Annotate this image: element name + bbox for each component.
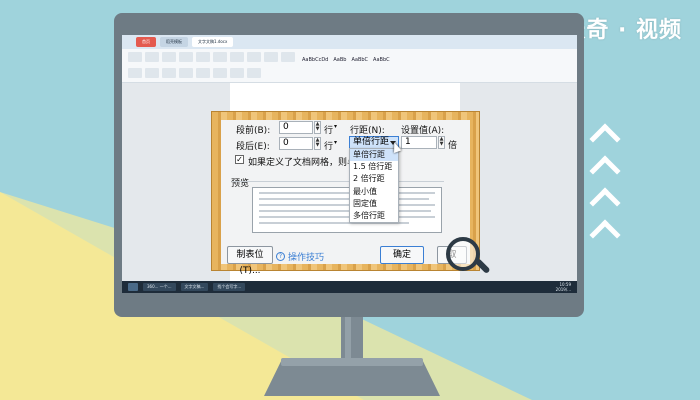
- app-titlebar: 首页 稻壳模板 文字文稿1.docx: [122, 35, 577, 49]
- unit-dropdown-icon[interactable]: ▾: [334, 139, 337, 146]
- taskbar-item[interactable]: 找个会写字...: [213, 283, 246, 291]
- ribbon-menu-item[interactable]: [145, 52, 159, 62]
- preview-line: [259, 192, 435, 194]
- space-before-input[interactable]: 0: [279, 121, 313, 134]
- ribbon-toolbar: AaBbCcDd AaBb AaBbC AaBbC: [122, 49, 577, 83]
- ribbon-menu-item[interactable]: [281, 52, 295, 62]
- chevron-up-icon: [589, 155, 621, 187]
- ribbon-menu-item[interactable]: [179, 52, 193, 62]
- setting-value-input[interactable]: 1: [401, 136, 437, 149]
- ribbon-tool[interactable]: [230, 68, 244, 78]
- space-after-stepper[interactable]: ▲ ▼: [314, 137, 321, 150]
- chevron-up-icon: [589, 187, 621, 219]
- setting-value-unit: 倍: [448, 141, 458, 151]
- tips-link-label: 操作技巧: [288, 253, 325, 263]
- taskbar-item[interactable]: 360... 一个...: [143, 283, 176, 291]
- preview-line: [259, 204, 435, 206]
- line-spacing-option[interactable]: 多倍行距: [350, 210, 398, 222]
- space-after-input[interactable]: 0: [279, 137, 313, 150]
- space-after-unit: 行: [324, 142, 334, 152]
- line-spacing-option[interactable]: 固定值: [350, 198, 398, 210]
- style-gallery[interactable]: AaBbCcDd AaBb AaBbC AaBbC: [302, 57, 390, 63]
- monitor-base-top: [281, 358, 423, 366]
- ribbon-menu-item[interactable]: [128, 52, 142, 62]
- space-after-label: 段后(E):: [236, 142, 270, 152]
- grid-align-checkbox[interactable]: ✓: [235, 155, 244, 164]
- line-spacing-option[interactable]: 最小值: [350, 186, 398, 198]
- ribbon-menu-item[interactable]: [230, 52, 244, 62]
- style-sample[interactable]: AaBbC: [351, 57, 368, 63]
- space-before-unit: 行: [324, 126, 334, 136]
- magnifier-icon: [446, 237, 480, 271]
- up-chevrons-decoration: [589, 120, 621, 256]
- chevron-up-icon: [589, 219, 621, 251]
- tab-home[interactable]: 首页: [136, 37, 156, 47]
- preview-line: [259, 210, 431, 212]
- line-spacing-dropdown: 单倍行距 1.5 倍行距 2 倍行距 最小值 固定值 多倍行距: [349, 148, 399, 223]
- preview-line: [259, 198, 429, 200]
- unit-dropdown-icon[interactable]: ▾: [334, 123, 337, 130]
- line-spacing-option[interactable]: 单倍行距: [350, 149, 398, 162]
- ribbon-menu-item[interactable]: [213, 52, 227, 62]
- tab-document[interactable]: 文字文稿1.docx: [192, 37, 234, 47]
- ribbon-menu-item[interactable]: [162, 52, 176, 62]
- ribbon-menu-item[interactable]: [247, 52, 261, 62]
- tab-stops-button[interactable]: 制表位(T)...: [227, 246, 273, 276]
- clock-date: 2019/...: [555, 287, 571, 292]
- ribbon-tool[interactable]: [247, 68, 261, 78]
- chevron-up-icon: [589, 123, 621, 155]
- taskbar-clock[interactable]: 10:59 2019/...: [556, 282, 571, 292]
- ribbon-menu-item[interactable]: [196, 52, 210, 62]
- style-sample[interactable]: AaBbCcDd: [302, 57, 328, 63]
- preview-label: 预览: [231, 179, 250, 189]
- style-sample[interactable]: AaBb: [333, 57, 346, 63]
- tab-templates[interactable]: 稻壳模板: [160, 37, 188, 47]
- ribbon-menu-item[interactable]: [264, 52, 278, 62]
- ribbon-tool[interactable]: [145, 68, 159, 78]
- taskbar-item[interactable]: 文字文稿...: [180, 283, 209, 291]
- space-before-label: 段前(B):: [236, 126, 271, 136]
- line-spacing-value: 单倍行距: [353, 137, 390, 147]
- line-spacing-label: 行距(N):: [350, 126, 385, 136]
- start-button[interactable]: [128, 283, 138, 291]
- ribbon-tools-row: [122, 65, 577, 81]
- line-spacing-option[interactable]: 2 倍行距: [350, 173, 398, 185]
- ribbon-tool[interactable]: [179, 68, 193, 78]
- help-icon: ?: [276, 252, 285, 261]
- style-sample[interactable]: AaBbC: [373, 57, 390, 63]
- ribbon-tool[interactable]: [213, 68, 227, 78]
- ribbon-tool[interactable]: [128, 68, 142, 78]
- preview-box: [252, 187, 442, 233]
- line-spacing-option[interactable]: 1.5 倍行距: [350, 161, 398, 173]
- preview-line: [259, 216, 435, 218]
- preview-separator: [232, 181, 444, 182]
- setting-value-label: 设置值(A):: [401, 126, 445, 136]
- os-taskbar: 360... 一个... 文字文稿... 找个会写字... 10:59 2019…: [122, 281, 577, 293]
- space-before-stepper[interactable]: ▲ ▼: [314, 121, 321, 134]
- ribbon-tool[interactable]: [196, 68, 210, 78]
- ribbon-tool[interactable]: [162, 68, 176, 78]
- tips-link[interactable]: ? 操作技巧: [276, 250, 324, 263]
- setting-value-stepper[interactable]: ▲ ▼: [438, 136, 445, 149]
- ok-button[interactable]: 确定: [380, 246, 424, 264]
